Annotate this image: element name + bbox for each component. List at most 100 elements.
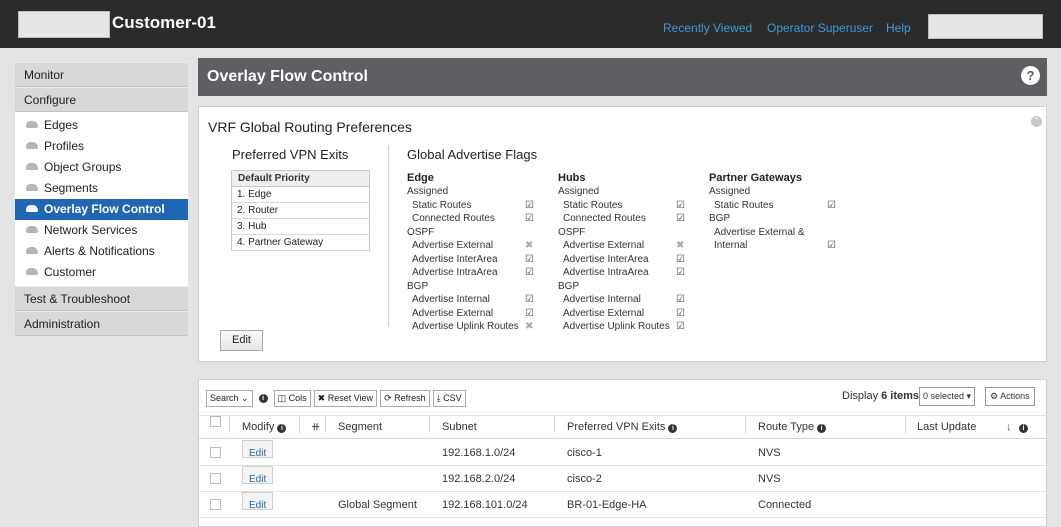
recently-viewed-link[interactable]: Recently Viewed: [663, 21, 752, 35]
refresh-button[interactable]: ⟳ Refresh: [380, 389, 430, 407]
vrf-panel: VRF Global Routing Preferences ⌃ Preferr…: [198, 106, 1047, 362]
select-all-checkbox[interactable]: [210, 416, 221, 427]
top-bar: Customer-01 Recently Viewed Operator Sup…: [0, 0, 1061, 48]
flag-row: OSPF: [558, 226, 698, 240]
flag-row: OSPF: [407, 226, 547, 240]
flag-label: Advertise External: [563, 307, 645, 319]
actions-label: Actions: [1000, 391, 1030, 401]
reset-view-label: Reset View: [327, 392, 374, 403]
nav-section-administration[interactable]: Administration: [15, 311, 188, 336]
sidebar-item-label: Profiles: [44, 139, 85, 153]
col-segment[interactable]: Segment: [338, 416, 382, 439]
flag-label: Advertise Internal: [412, 294, 490, 305]
table-row[interactable]: Edit Global Segment 192.168.101.0/24 BR-01-…: [199, 492, 1046, 518]
col-modify[interactable]: Modify i: [242, 416, 287, 439]
global-advertise-flags-title: Global Advertise Flags: [407, 147, 538, 162]
info-icon[interactable]: i: [258, 393, 268, 403]
col-last-update[interactable]: Last Update: [917, 416, 976, 439]
info-icon: i: [817, 424, 827, 433]
operator-superuser-link[interactable]: Operator Superuser: [767, 21, 873, 35]
checked-icon: ☑: [676, 307, 685, 319]
col-modify-label: Modify: [242, 421, 275, 433]
flag-row: BGP: [709, 212, 849, 226]
cloud-icon: [26, 247, 38, 254]
vrf-edit-button[interactable]: Edit: [220, 330, 263, 351]
csv-button[interactable]: ⤓ CSV: [432, 389, 466, 407]
sidebar-item-profiles[interactable]: Profiles: [15, 136, 188, 157]
row-checkbox[interactable]: [210, 473, 221, 484]
flag-row: Internal ☑: [709, 239, 849, 253]
flag-label: Assigned: [407, 186, 449, 197]
sidebar-item-edges[interactable]: Edges: [15, 115, 188, 136]
nav-section-monitor[interactable]: Monitor: [15, 62, 188, 87]
nav-section-configure[interactable]: Configure: [15, 87, 188, 112]
page-title: Overlay Flow Control: [207, 68, 368, 85]
info-icon: i: [668, 424, 678, 433]
column-divider: [905, 416, 906, 433]
col-preferred-vpn-exits[interactable]: Preferred VPN Exits i: [567, 416, 678, 439]
flag-label: Advertise InterArea: [412, 253, 498, 265]
flag-row: Advertise External ✖: [558, 239, 698, 253]
flag-label: BGP: [558, 280, 580, 292]
nav-section-test-troubleshoot[interactable]: Test & Troubleshoot: [15, 286, 188, 311]
table-row[interactable]: Edit 192.168.2.0/24 cisco-2 NVS: [199, 466, 1046, 492]
flag-row: BGP: [558, 280, 698, 294]
flag-row: Advertise IntraArea ☑: [407, 266, 547, 280]
pin-icon[interactable]: ⧺: [311, 416, 320, 439]
flag-label: Static Routes: [412, 199, 472, 211]
sidebar-item-overlay-flow-control[interactable]: Overlay Flow Control: [15, 199, 188, 220]
sidebar: Monitor Configure Edges Profiles Object Gr…: [15, 62, 188, 336]
row-checkbox[interactable]: [210, 499, 221, 510]
col-route-type[interactable]: Route Type i: [758, 416, 827, 439]
flag-row: Advertise External ✖: [407, 239, 547, 253]
column-divider: [429, 416, 430, 433]
flag-row: Advertise Uplink Routes ✖: [407, 320, 547, 334]
collapse-icon[interactable]: ⌃: [1031, 116, 1042, 127]
edge-flags: Edge Assigned Static Routes ☑ Connected Rout…: [407, 172, 547, 334]
flag-label: Advertise IntraArea: [412, 267, 498, 278]
refresh-icon: ⟳: [384, 392, 392, 403]
help-icon[interactable]: ?: [1021, 66, 1040, 85]
table-row[interactable]: Edit 192.168.1.0/24 cisco-1 NVS: [199, 440, 1046, 466]
cell-vpn-exit: BR-01-Edge-HA: [567, 499, 647, 511]
checked-icon: ☑: [676, 267, 685, 278]
cell-route-type: NVS: [758, 447, 781, 459]
help-link[interactable]: Help: [886, 21, 911, 35]
sort-desc-icon[interactable]: ↓: [1006, 416, 1012, 439]
flag-label: Connected Routes: [412, 213, 495, 224]
user-box[interactable]: [928, 14, 1043, 39]
cols-button[interactable]: ◫ Cols: [273, 389, 311, 407]
sidebar-item-segments[interactable]: Segments: [15, 178, 188, 199]
flag-label: OSPF: [407, 226, 435, 238]
cell-segment: Global Segment: [338, 499, 417, 511]
sidebar-item-customer[interactable]: Customer: [15, 262, 188, 283]
info-icon: i: [277, 424, 287, 433]
info-icon-dot: i: [1019, 424, 1028, 433]
flag-row: Connected Routes ☑: [407, 212, 547, 226]
row-checkbox[interactable]: [210, 447, 221, 458]
row-edit-button[interactable]: Edit: [242, 440, 274, 459]
cloud-icon: [26, 142, 38, 149]
search-button[interactable]: Search ⌄: [206, 389, 253, 407]
sidebar-item-network-services[interactable]: Network Services: [15, 220, 188, 241]
row-edit-button[interactable]: Edit: [242, 492, 274, 511]
sidebar-item-label: Object Groups: [44, 160, 122, 174]
sidebar-item-label: Edges: [44, 118, 79, 132]
col-subnet[interactable]: Subnet: [442, 416, 477, 439]
sidebar-item-object-groups[interactable]: Object Groups: [15, 157, 188, 178]
download-icon: ⤓: [436, 392, 441, 403]
selected-dropdown[interactable]: 0 selected ▾: [919, 387, 976, 406]
reset-view-button[interactable]: ✖ Reset View: [313, 389, 378, 407]
priority-item: 4. Partner Gateway: [231, 234, 370, 251]
info-icon[interactable]: i: [1019, 416, 1028, 439]
actions-button[interactable]: ⚙ Actions: [985, 387, 1035, 406]
flag-label: Advertise External &: [714, 226, 805, 238]
priority-item: 3. Hub: [231, 218, 370, 235]
flag-row: Advertise InterArea ☑: [407, 253, 547, 267]
flag-row: Static Routes ☑: [407, 199, 547, 213]
row-edit-button[interactable]: Edit: [242, 466, 274, 485]
selected-label: 0 selected: [923, 391, 965, 401]
checked-icon: ☑: [827, 199, 836, 211]
edge-header: Edge: [407, 172, 434, 184]
sidebar-item-alerts-notifications[interactable]: Alerts & Notifications: [15, 241, 188, 262]
